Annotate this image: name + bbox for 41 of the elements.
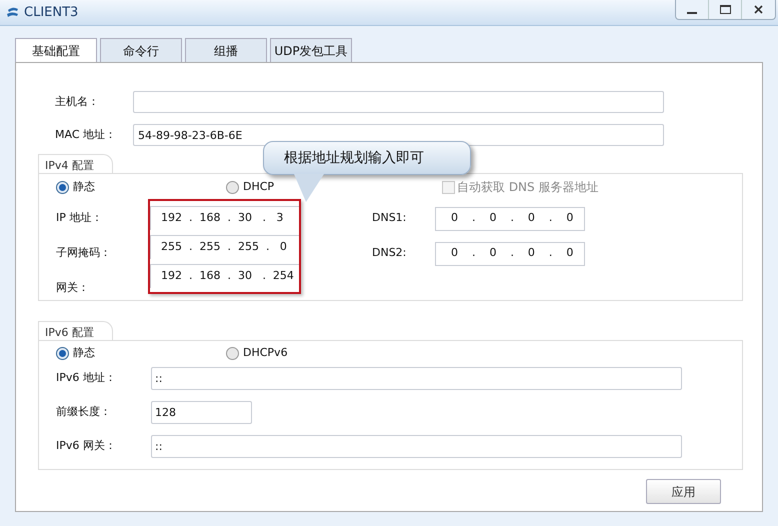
radio-option[interactable]: 静态 [56,178,226,196]
group-legend: IPv6 配置 [38,321,113,340]
callout-text: 根据地址规划输入即可 [284,148,424,168]
radio-label: DHCP [243,178,274,195]
close-icon [754,5,763,14]
field-label: DNS2: [372,245,408,262]
radio-option[interactable]: 静态 [56,345,226,362]
tab[interactable]: 命令行 [100,38,182,62]
minimize-icon [687,12,697,14]
radio-label: 静态 [73,178,95,195]
window-title: CLIENT3 [24,4,78,22]
field-label: 网关： [56,280,90,296]
field-label: IP 地址： [56,210,104,226]
group-legend: IPv4 配置 [38,154,113,173]
field-label: IPv6 网关： [56,438,117,454]
tab[interactable]: 基础配置 [15,38,97,62]
ipv6-field[interactable]: :: [151,367,682,390]
radio-option[interactable]: DHCP [226,178,396,196]
ipv6-field[interactable]: :: [151,435,682,458]
dns-field[interactable]: 0 . 0 . 0 . 0 [435,242,585,266]
ip-field[interactable]: 192 . 168 . 30 . 254 [150,264,299,288]
ip-field[interactable]: 192 . 168 . 30 . 3 [150,206,299,230]
radio-label: DHCPv6 [243,345,288,361]
field-label: DNS1: [372,210,408,226]
field-label: MAC 地址： [54,126,117,143]
ip-field[interactable]: 255 . 255 . 255 . 0 [150,234,299,258]
dns-field[interactable]: 0 . 0 . 0 . 0 [435,206,585,230]
maximize-icon [720,5,730,14]
tab[interactable]: UDP发包工具 [270,38,352,62]
field-label: 子网掩码： [56,245,112,262]
radio-label: 静态 [73,345,95,361]
field-label: IPv6 地址： [56,370,117,386]
hostname-field[interactable] [133,91,664,113]
field-label: 前缀长度： [56,404,112,420]
apply-button[interactable]: 应用 [646,479,721,504]
mac-field[interactable]: 54-89-98-23-6B-6E [133,124,664,146]
app-icon [6,6,20,20]
ipv6-field[interactable]: 128 [151,401,252,424]
field-label: 主机名： [54,94,100,110]
tab[interactable]: 组播 [185,38,267,62]
radio-option[interactable]: DHCPv6 [226,345,396,362]
